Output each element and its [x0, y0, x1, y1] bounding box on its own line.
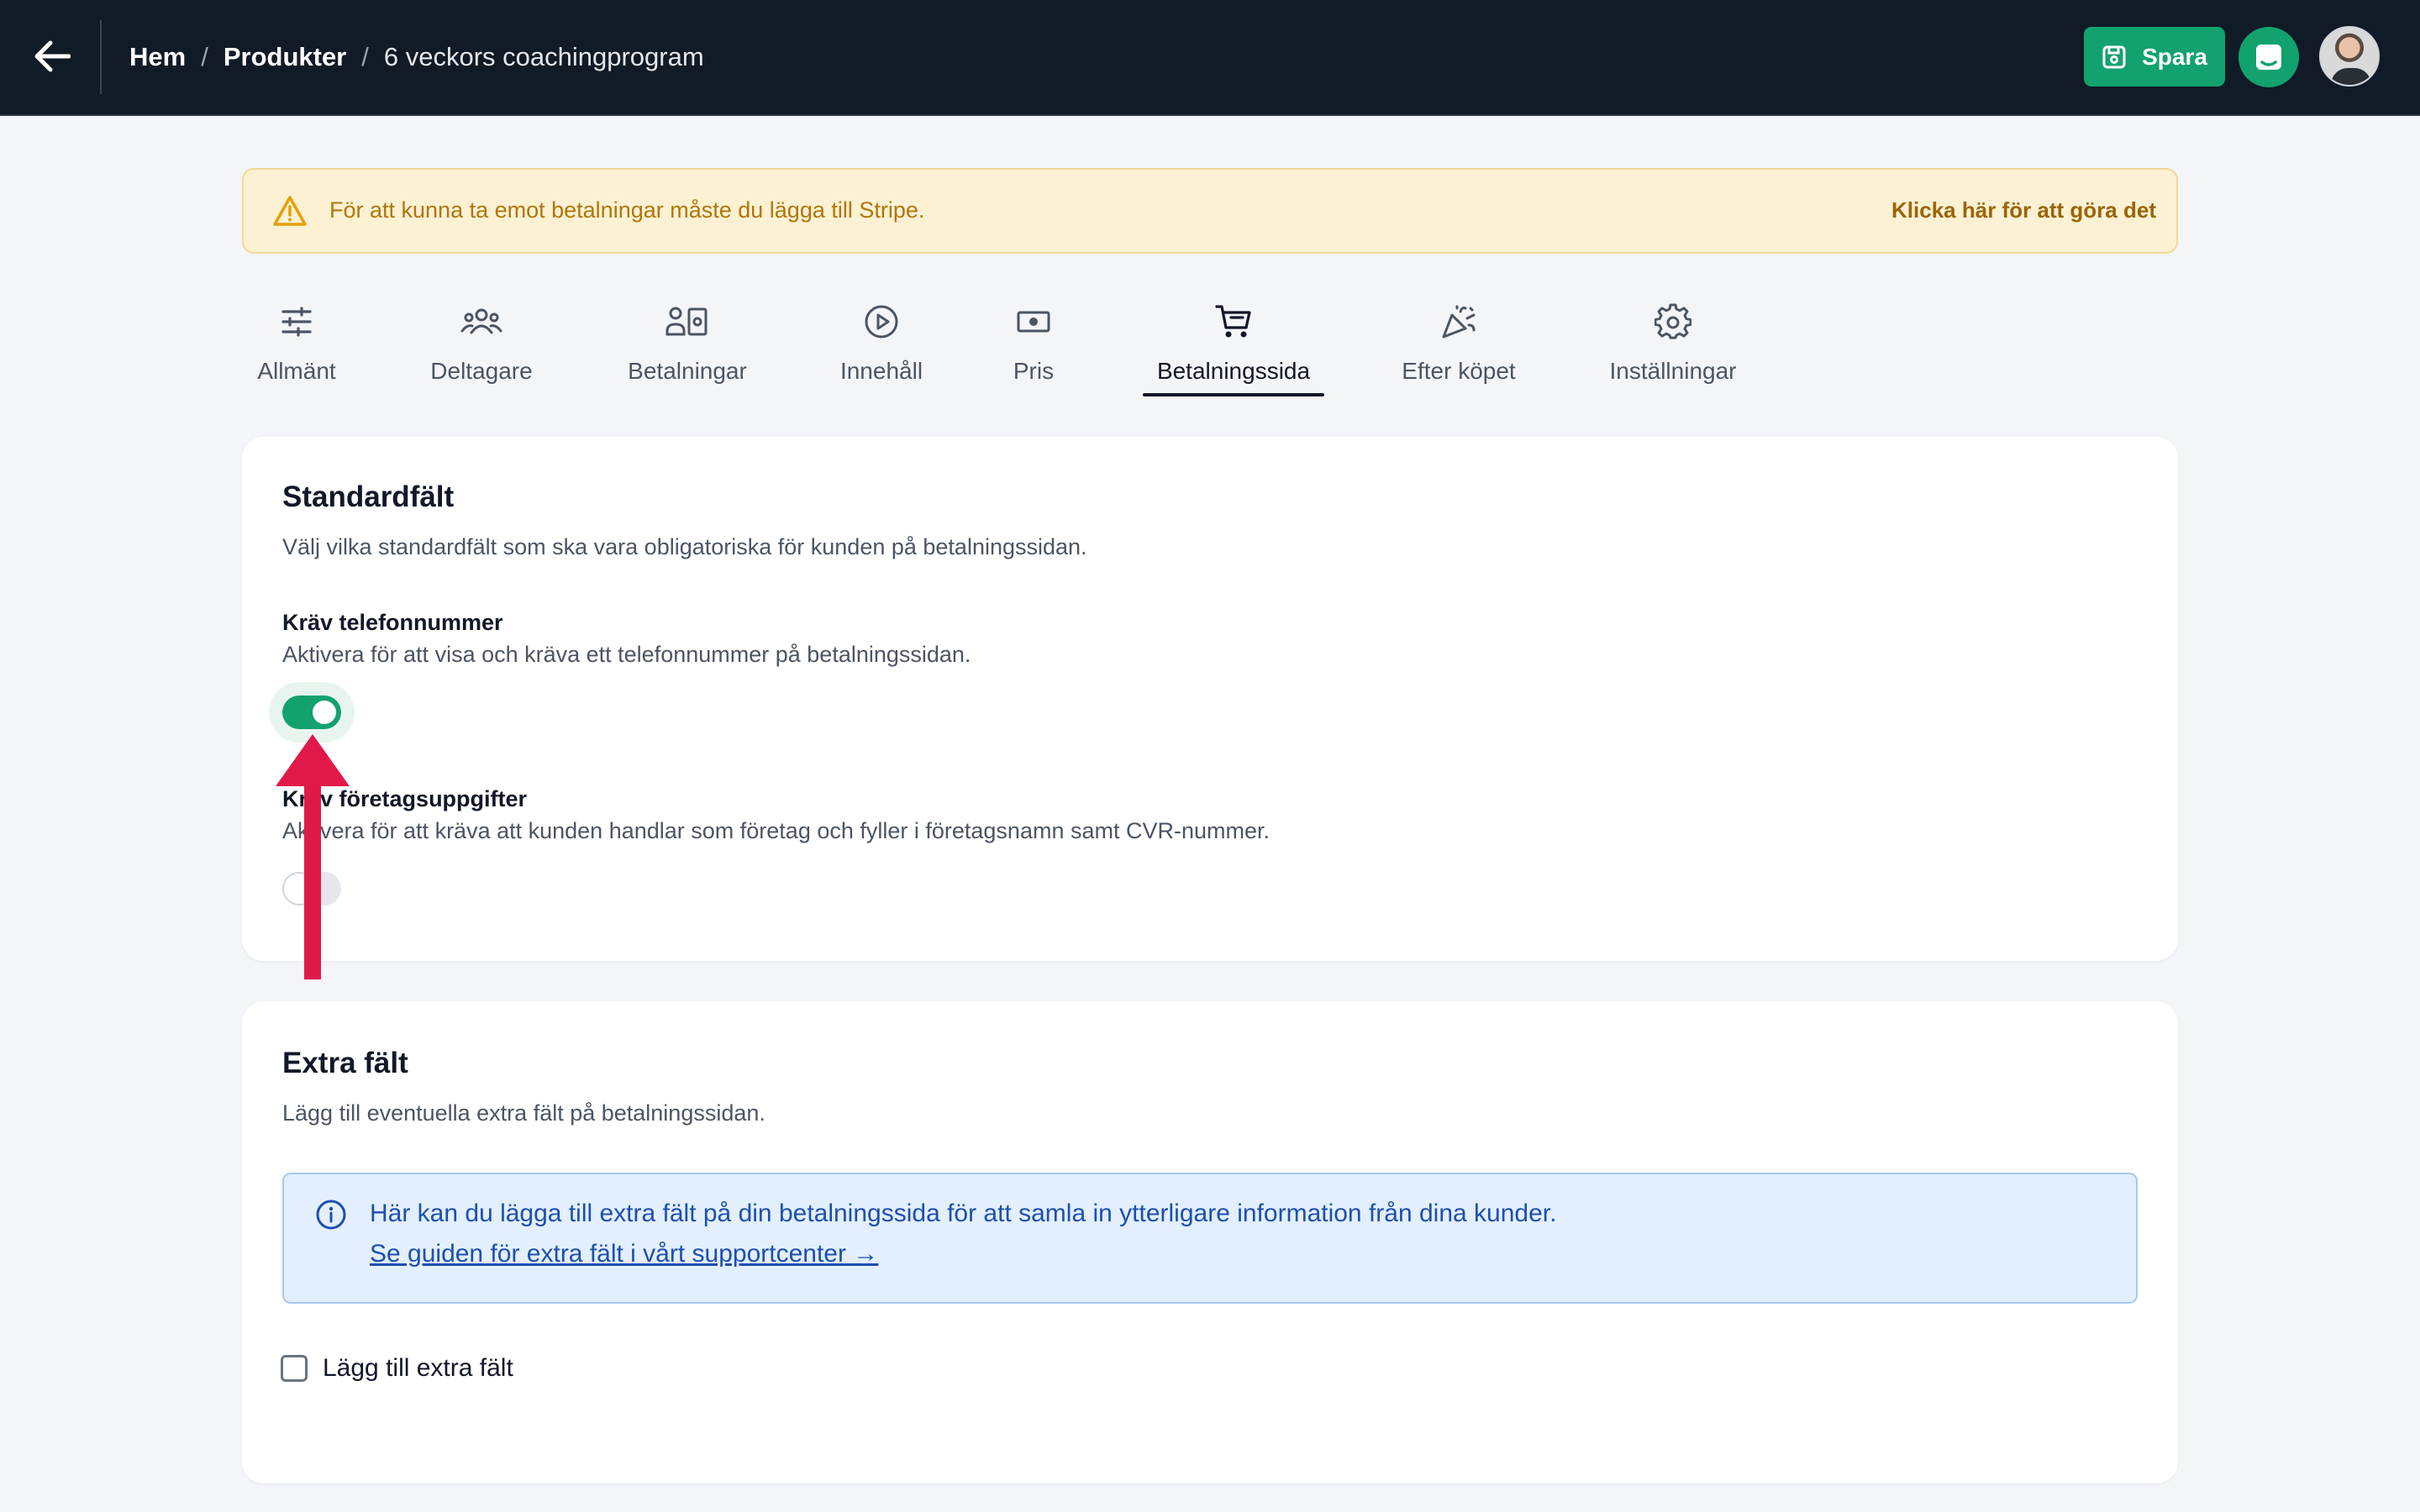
- add-extra-fields-checkbox[interactable]: [281, 1355, 308, 1382]
- tab-label: Inställningar: [1609, 358, 1737, 384]
- play-circle-icon: [865, 305, 898, 339]
- save-button-label: Spara: [2142, 43, 2207, 70]
- require-company-description: Aktivera för att kräva att kunden handla…: [282, 818, 1270, 843]
- support-guide-link[interactable]: Se guiden för extra fält i vårt supportc…: [370, 1240, 878, 1268]
- inbox-icon: [2256, 45, 2281, 70]
- standard-fields-title: Standardfält: [282, 480, 455, 513]
- annotation-arrow: [276, 734, 350, 979]
- add-extra-fields-option[interactable]: Lägg till extra fält: [281, 1354, 513, 1383]
- require-phone-toggle[interactable]: [282, 696, 341, 729]
- top-bar: Hem / Produkter / 6 veckors coachingprog…: [0, 0, 2420, 116]
- add-stripe-link[interactable]: Klicka här för att göra det: [1891, 197, 2156, 223]
- add-extra-fields-label: Lägg till extra fält: [323, 1354, 513, 1382]
- inbox-button[interactable]: [2238, 27, 2299, 87]
- tab-content[interactable]: Innehåll: [833, 294, 930, 396]
- payments-icon: [666, 307, 708, 336]
- warning-triangle-icon: [273, 196, 307, 226]
- stripe-warning-alert: För att kunna ta emot betalningar måste …: [242, 168, 2178, 254]
- breadcrumb-home[interactable]: Hem: [129, 42, 186, 72]
- tab-label: Pris: [1013, 358, 1055, 384]
- extra-fields-title: Extra fält: [282, 1047, 408, 1079]
- tab-after-purchase[interactable]: Efter köpet: [1400, 294, 1518, 396]
- breadcrumb-separator: /: [201, 42, 208, 71]
- tab-general[interactable]: Allmänt: [252, 294, 341, 396]
- info-circle-icon: [316, 1200, 346, 1230]
- extra-fields-card: Extra fält Lägg till eventuella extra fä…: [242, 1001, 2178, 1483]
- extra-fields-info-box: Här kan du lägga till extra fält på din …: [282, 1173, 2138, 1304]
- require-phone-label: Kräv telefonnummer: [282, 610, 503, 635]
- arrow-left-icon: [34, 40, 71, 72]
- topbar-divider: [100, 20, 102, 94]
- tab-label: Betalningssida: [1156, 358, 1311, 384]
- users-icon: [460, 308, 502, 334]
- standard-fields-card: Standardfält Välj vilka standardfält som…: [242, 437, 2178, 961]
- alert-message: För att kunna ta emot betalningar måste …: [329, 197, 925, 223]
- tab-label: Deltagare: [430, 358, 533, 384]
- tab-label: Efter köpet: [1402, 358, 1516, 384]
- shopping-cart-icon: [1215, 305, 1251, 338]
- user-avatar[interactable]: [2319, 26, 2380, 87]
- breadcrumb-products[interactable]: Produkter: [224, 42, 346, 72]
- active-tab-indicator: [1143, 393, 1324, 396]
- tab-price[interactable]: Pris: [1008, 294, 1059, 396]
- require-phone-description: Aktivera för att visa och kräva ett tele…: [282, 642, 971, 667]
- tab-checkout-page[interactable]: Betalningssida: [1143, 294, 1324, 396]
- info-text: Här kan du lägga till extra fält på din …: [370, 1200, 1557, 1227]
- standard-fields-subtitle: Välj vilka standardfält som ska vara obl…: [282, 534, 1087, 559]
- back-button[interactable]: [25, 29, 79, 83]
- party-popper-icon: [1442, 305, 1476, 339]
- breadcrumb-current: 6 veckors coachingprogram: [383, 42, 704, 71]
- tab-label: Allmänt: [257, 358, 336, 384]
- tab-payments[interactable]: Betalningar: [618, 294, 756, 396]
- tab-label: Innehåll: [839, 358, 923, 384]
- gear-icon: [1655, 303, 1691, 339]
- breadcrumb: Hem / Produkter / 6 veckors coachingprog…: [129, 37, 704, 77]
- extra-fields-subtitle: Lägg till eventuella extra fält på betal…: [282, 1100, 765, 1126]
- tab-participants[interactable]: Deltagare: [425, 294, 538, 396]
- annotation-arrow-shaft: [304, 781, 321, 979]
- tab-label: Betalningar: [628, 358, 747, 384]
- floppy-disk-icon: [2102, 45, 2126, 68]
- annotation-arrow-head: [276, 734, 350, 786]
- breadcrumb-separator: /: [361, 42, 369, 71]
- save-button[interactable]: Spara: [2084, 27, 2225, 87]
- tab-settings[interactable]: Inställningar: [1605, 294, 1741, 396]
- sliders-icon: [281, 307, 312, 337]
- cash-icon: [1017, 311, 1050, 333]
